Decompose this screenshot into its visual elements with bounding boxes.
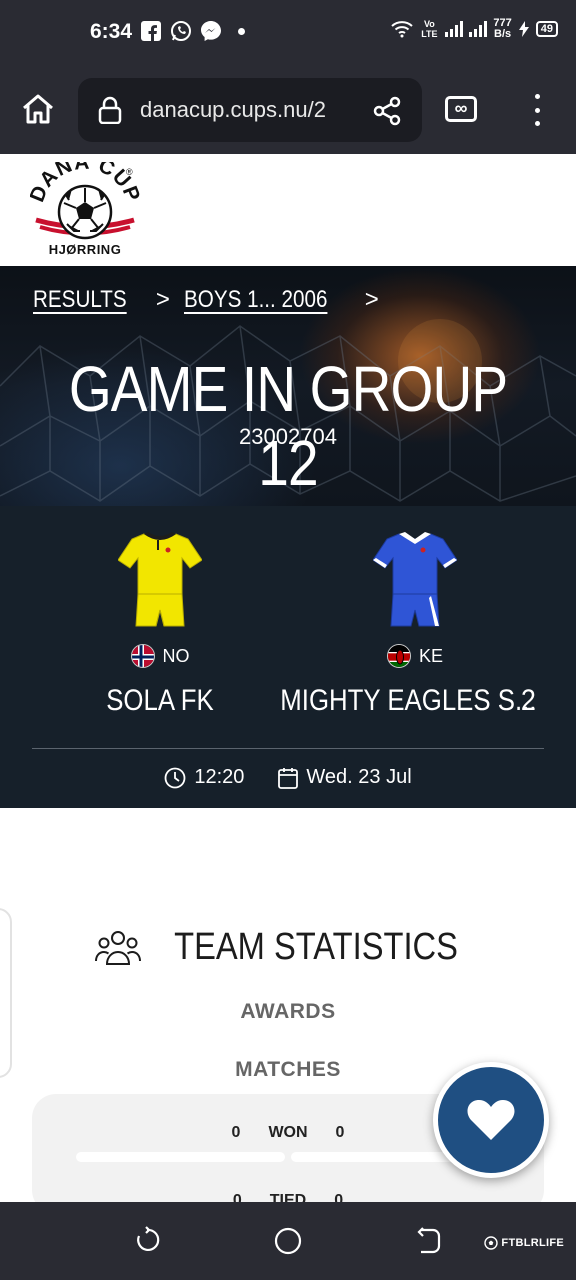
away-shirt-icon [373, 532, 457, 627]
charging-icon [518, 21, 529, 37]
share-icon[interactable] [372, 96, 402, 126]
match-time: 12:20 [164, 766, 244, 789]
team-statistics-heading: TEAM STATISTICS [0, 926, 576, 969]
away-country: KE [280, 644, 550, 668]
volte-indicator: Vo LTE [421, 19, 438, 39]
address-bar[interactable]: danacup.cups.nu/2 [78, 78, 422, 142]
tabs-button[interactable]: ∞ [445, 96, 477, 122]
hero-banner: RESULTS > BOYS 1... 2006 > GAME IN GROUP… [0, 266, 576, 506]
away-country-code: KE [418, 645, 443, 666]
stat-label: WON [268, 1124, 308, 1141]
users-icon [94, 930, 141, 965]
match-schedule: 12:20 Wed. 23 Jul [0, 766, 576, 789]
game-number: 23002704 [239, 424, 337, 449]
status-bar: 6:34 Vo LTE 777 B/s 49 [0, 0, 576, 66]
away-score: 2 [520, 684, 536, 717]
stat-away-value: 0 [335, 1124, 345, 1141]
network-speed: 777 B/s [493, 18, 511, 40]
home-team[interactable]: NO SOLA FK [25, 530, 295, 718]
kenya-flag-icon [386, 644, 411, 668]
breadcrumb: RESULTS > BOYS 1... 2006 > [33, 286, 379, 314]
svg-text:®: ® [126, 167, 133, 177]
system-indicators: Vo LTE 777 B/s 49 [391, 18, 558, 40]
notification-icons [140, 20, 245, 42]
home-team-name[interactable]: SOLA FK [44, 684, 276, 718]
tab-awards[interactable]: AWARDS [0, 1000, 576, 1024]
watermark: FTBLRLIFE [484, 1236, 564, 1250]
home-country-code: NO [162, 645, 190, 666]
home-country: NO [25, 644, 295, 668]
divider [32, 748, 544, 749]
system-nav-bar: FTBLRLIFE [0, 1202, 576, 1280]
match-date-text: Wed. 23 Jul [306, 766, 412, 788]
status-time: 6:34 [90, 20, 133, 43]
wifi-icon [391, 21, 414, 38]
home-shirt-icon [118, 532, 202, 627]
home-nav-icon[interactable] [273, 1226, 303, 1256]
battery-indicator: 49 [535, 21, 558, 37]
site-header: DANA CUP ® HJØRRING [0, 154, 576, 266]
home-icon[interactable] [20, 91, 56, 127]
watermark-text: FTBLRLIFE [501, 1237, 564, 1249]
stat-bar-won [76, 1152, 500, 1162]
browser-toolbar: danacup.cups.nu/2 ∞ [0, 66, 576, 154]
match-date: Wed. 23 Jul [278, 766, 412, 789]
signal-icon-2 [469, 21, 488, 37]
messenger-icon [201, 21, 221, 41]
whatsapp-icon [171, 21, 191, 41]
heart-icon [467, 1100, 515, 1140]
watermark-ball-icon [484, 1236, 499, 1250]
breadcrumb-category[interactable]: BOYS 1... 2006 [184, 286, 327, 314]
svg-text:HJØRRING: HJØRRING [49, 242, 122, 257]
more-notifications-dot [238, 27, 245, 35]
match-card: NO SOLA FK KE MIGHTY EAGLES S... 2 12:20 [0, 506, 576, 808]
dana-cup-logo[interactable]: DANA CUP ® HJØRRING [30, 162, 140, 258]
signal-icon [445, 21, 464, 37]
team-statistics-title: TEAM STATISTICS [174, 926, 458, 968]
stat-home-value: 0 [231, 1124, 241, 1141]
match-time-text: 12:20 [194, 766, 245, 788]
network-speed-unit: B/s [494, 28, 512, 40]
clock-icon [164, 767, 186, 788]
recents-icon[interactable] [133, 1226, 163, 1256]
overflow-menu-icon[interactable] [533, 94, 541, 126]
url-text[interactable]: danacup.cups.nu/2 [140, 97, 360, 123]
away-team-name[interactable]: MIGHTY EAGLES S... [280, 684, 536, 718]
favorite-button[interactable] [433, 1062, 549, 1178]
away-team[interactable]: KE MIGHTY EAGLES S... [280, 530, 550, 718]
breadcrumb-results[interactable]: RESULTS [33, 286, 127, 314]
norway-flag-icon [130, 644, 155, 668]
calendar-icon [278, 767, 299, 789]
chevron-right-icon: > [155, 286, 170, 313]
back-icon[interactable] [413, 1226, 443, 1256]
facebook-icon [141, 21, 161, 41]
lock-icon [98, 96, 122, 124]
chevron-right-icon: > [364, 286, 379, 313]
